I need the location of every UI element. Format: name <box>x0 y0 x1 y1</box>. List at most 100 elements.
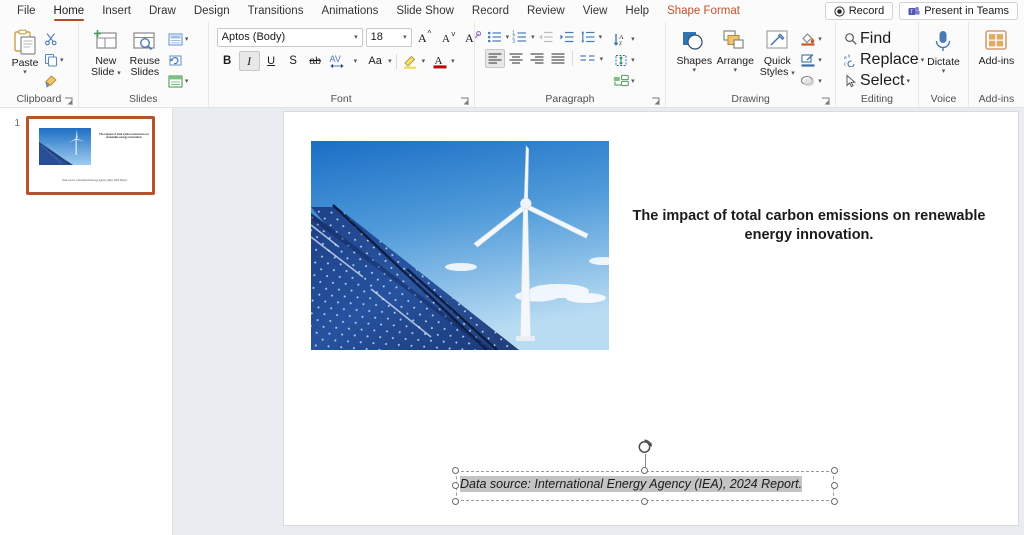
tab-home[interactable]: Home <box>45 0 94 22</box>
chevron-down-icon[interactable]: ▾ <box>600 55 604 63</box>
chevron-down-icon[interactable]: ▾ <box>818 77 822 85</box>
resize-handle-bottom-left[interactable] <box>452 498 459 505</box>
tab-shape-format[interactable]: Shape Format <box>658 0 749 22</box>
align-center-button[interactable] <box>506 49 526 68</box>
select-button[interactable]: Select ▾ <box>844 71 924 91</box>
selected-text-box[interactable]: Data source: International Energy Agency… <box>452 439 838 505</box>
clipboard-dialog-launcher[interactable] <box>64 97 73 106</box>
decrease-font-size-button[interactable]: A ˅ <box>439 27 460 47</box>
increase-indent-button[interactable] <box>557 27 577 46</box>
tab-design[interactable]: Design <box>185 0 239 22</box>
increase-font-size-button[interactable]: A ^ <box>415 27 436 47</box>
dictate-button[interactable]: Dictate ▾ <box>925 27 962 76</box>
font-name-combo[interactable]: Aptos (Body) ▾ <box>216 27 363 47</box>
addins-button[interactable]: Add-ins <box>975 27 1018 67</box>
align-right-button[interactable] <box>527 49 547 68</box>
chevron-down-icon[interactable]: ▾ <box>354 57 358 65</box>
reuse-slides-button[interactable]: Reuse Slides <box>125 27 165 78</box>
convert-to-smartart-button[interactable]: ▾ <box>613 71 635 91</box>
arrange-button[interactable]: Arrange ▾ <box>714 27 756 75</box>
format-painter-button[interactable] <box>44 71 64 91</box>
slide-title-text[interactable]: The impact of total carbon emissions on … <box>624 207 994 245</box>
tab-slide-show[interactable]: Slide Show <box>387 0 463 22</box>
text-highlight-button[interactable] <box>401 51 421 71</box>
present-in-teams-button[interactable]: T Present in Teams <box>899 2 1018 20</box>
slide-thumbnail-pane[interactable]: 1 The impact of total carbon emissions o… <box>0 108 173 535</box>
italic-button[interactable]: I <box>238 51 260 71</box>
find-button[interactable]: Find <box>844 29 924 49</box>
paragraph-dialog-launcher[interactable] <box>651 97 660 106</box>
chevron-down-icon[interactable]: ▾ <box>791 70 795 77</box>
slide-image[interactable] <box>311 141 609 350</box>
columns-button[interactable] <box>577 49 599 68</box>
font-dialog-launcher[interactable] <box>460 97 469 106</box>
reset-slide-button[interactable] <box>168 50 189 70</box>
chevron-down-icon[interactable]: ▾ <box>693 67 697 75</box>
shape-effects-button[interactable]: ▾ <box>800 71 822 91</box>
replace-button[interactable]: abc Replace ▾ <box>844 50 924 70</box>
resize-handle-bottom-right[interactable] <box>831 498 838 505</box>
tab-file[interactable]: File <box>8 0 45 22</box>
resize-handle-top-right[interactable] <box>831 467 838 474</box>
text-shadow-button[interactable]: S <box>283 51 304 71</box>
new-slide-button[interactable]: New Slide ▾ <box>87 27 125 78</box>
chevron-down-icon[interactable]: ▾ <box>185 77 189 85</box>
bullets-button[interactable] <box>485 27 505 46</box>
font-color-button[interactable]: A <box>430 51 450 71</box>
chevron-down-icon[interactable]: ▾ <box>388 57 392 65</box>
chevron-down-icon[interactable]: ▾ <box>734 67 738 75</box>
resize-handle-top-left[interactable] <box>452 467 459 474</box>
chevron-down-icon[interactable]: ▾ <box>531 33 535 41</box>
character-spacing-button[interactable]: AV <box>327 51 353 71</box>
slide-canvas[interactable]: The impact of total carbon emissions on … <box>283 111 1019 526</box>
numbering-button[interactable]: 123 <box>510 27 530 46</box>
underline-button[interactable]: U <box>261 51 282 71</box>
chevron-down-icon[interactable]: ▾ <box>631 35 635 43</box>
change-case-button[interactable]: Aa <box>363 51 387 71</box>
chevron-down-icon[interactable]: ▾ <box>117 70 121 77</box>
chevron-down-icon[interactable]: ▾ <box>599 33 603 41</box>
justify-button[interactable] <box>548 49 568 68</box>
font-size-combo[interactable]: 18 ▾ <box>365 27 412 47</box>
tab-insert[interactable]: Insert <box>93 0 140 22</box>
chevron-down-icon[interactable]: ▾ <box>185 35 189 43</box>
chevron-down-icon[interactable]: ▾ <box>631 56 635 64</box>
chevron-down-icon[interactable]: ▾ <box>818 35 822 43</box>
chevron-down-icon[interactable]: ▾ <box>818 56 822 64</box>
section-button[interactable]: ▾ <box>168 71 189 91</box>
tab-record[interactable]: Record <box>463 0 518 22</box>
drawing-dialog-launcher[interactable] <box>821 97 830 106</box>
shape-outline-button[interactable]: ▾ <box>800 50 822 70</box>
tab-animations[interactable]: Animations <box>312 0 387 22</box>
bold-button[interactable]: B <box>217 51 238 71</box>
decrease-indent-button[interactable] <box>536 27 556 46</box>
resize-handle-bottom-center[interactable] <box>641 498 648 505</box>
chevron-down-icon[interactable]: ▾ <box>354 33 358 41</box>
resize-handle-middle-right[interactable] <box>831 482 838 489</box>
tab-help[interactable]: Help <box>616 0 658 22</box>
record-button[interactable]: Record <box>824 2 894 20</box>
text-box-content[interactable]: Data source: International Energy Agency… <box>460 476 830 492</box>
chevron-down-icon[interactable]: ▾ <box>506 33 510 41</box>
text-direction-button[interactable]: AZ ▾ <box>613 29 635 49</box>
line-spacing-button[interactable] <box>578 27 598 46</box>
align-left-button[interactable] <box>484 49 505 68</box>
cut-button[interactable] <box>44 29 64 49</box>
resize-handle-top-center[interactable] <box>641 467 648 474</box>
tab-transitions[interactable]: Transitions <box>239 0 313 22</box>
quick-styles-button[interactable]: Quick Styles ▾ <box>756 27 798 78</box>
chevron-down-icon[interactable]: ▾ <box>23 69 27 77</box>
shapes-button[interactable]: Shapes ▾ <box>674 27 714 75</box>
tab-view[interactable]: View <box>574 0 617 22</box>
tab-review[interactable]: Review <box>518 0 574 22</box>
paste-button[interactable]: Paste ▾ <box>8 27 42 77</box>
chevron-down-icon[interactable]: ▾ <box>906 77 910 85</box>
chevron-down-icon[interactable]: ▾ <box>403 33 407 41</box>
shape-fill-button[interactable]: ▾ <box>800 29 822 49</box>
align-text-button[interactable]: ▾ <box>613 50 635 70</box>
copy-button[interactable]: ▾ <box>44 50 64 70</box>
resize-handle-middle-left[interactable] <box>452 482 459 489</box>
strikethrough-button[interactable]: ab <box>305 51 326 71</box>
chevron-down-icon[interactable]: ▾ <box>451 57 455 65</box>
slide-thumbnail-1[interactable]: The impact of total carbon emissions on … <box>26 116 155 195</box>
